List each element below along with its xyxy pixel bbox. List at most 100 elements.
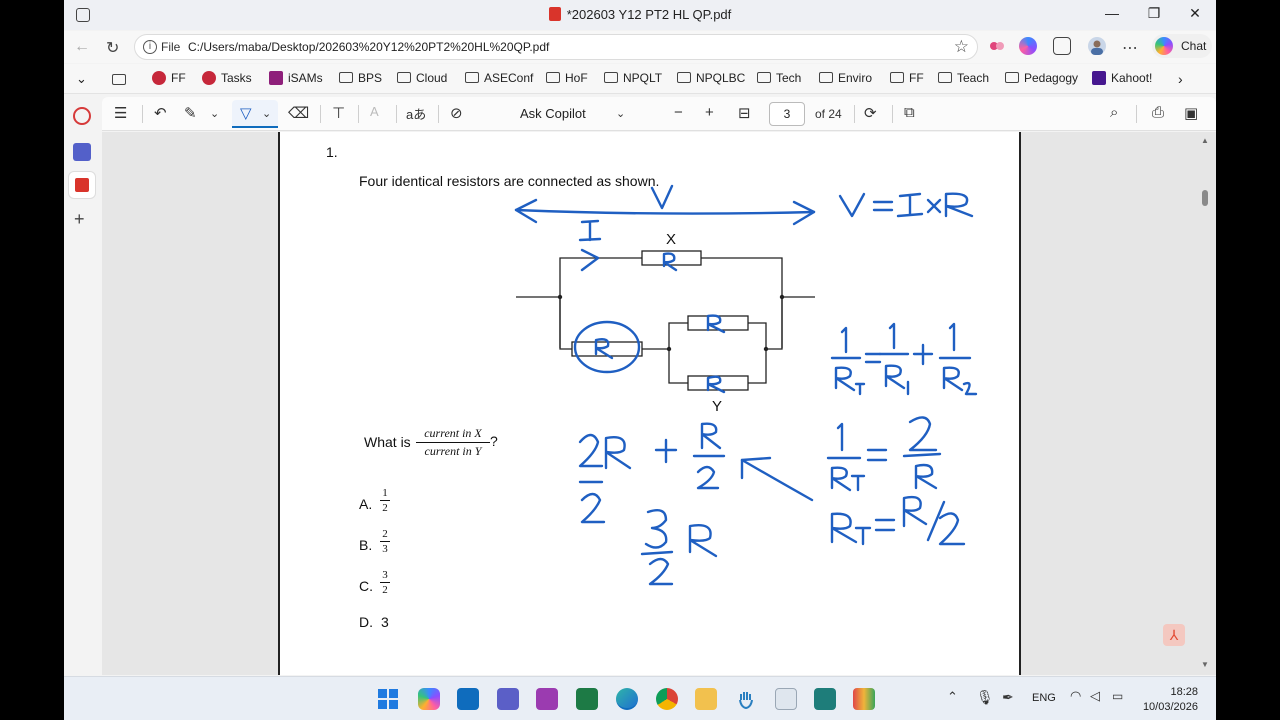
fav-isams[interactable]: iSAMs: [269, 71, 323, 85]
contents-icon[interactable]: ☰: [114, 104, 127, 122]
fav-ff[interactable]: FF: [152, 71, 186, 85]
fav-tasks[interactable]: Tasks: [202, 71, 252, 85]
label-y: Y: [712, 398, 722, 415]
fav-enviro[interactable]: Enviro: [819, 71, 872, 85]
vertical-scrollbar[interactable]: ▲ ▼: [1198, 132, 1212, 675]
draw-tool-active[interactable]: ▽ ⌄: [232, 100, 278, 128]
back-arrow-icon[interactable]: ←: [74, 38, 90, 56]
acrobat-icon[interactable]: ⅄: [1163, 624, 1185, 646]
text-box-icon[interactable]: ⊤: [332, 104, 345, 122]
address-bar[interactable]: i File C:/Users/maba/Desktop/202603%20Y1…: [134, 34, 978, 60]
fav-teach[interactable]: Teach: [938, 71, 989, 85]
file-label: File: [161, 40, 181, 54]
divider: [892, 105, 893, 123]
divider: [142, 105, 143, 123]
extension-icon[interactable]: [988, 37, 1006, 55]
excel-icon[interactable]: [576, 688, 598, 710]
page-view-icon[interactable]: ⧉: [904, 104, 915, 121]
fit-width-icon[interactable]: ⊟: [738, 104, 751, 122]
teams-icon[interactable]: [497, 688, 519, 710]
list-tab-icon[interactable]: [73, 143, 91, 161]
folder-icon: [757, 72, 771, 83]
ask-copilot-button[interactable]: Ask Copilot: [520, 106, 586, 121]
chevron-right-icon[interactable]: ›: [1178, 71, 1183, 87]
chrome-icon[interactable]: [656, 688, 678, 710]
hand-tool-icon[interactable]: [735, 688, 757, 710]
divider: [1136, 105, 1137, 123]
copilot-outline-icon[interactable]: ⊘: [450, 104, 463, 122]
undo-icon[interactable]: ↶: [154, 104, 167, 122]
refresh-icon[interactable]: ↻: [106, 38, 119, 58]
page-number-input[interactable]: 3: [769, 102, 805, 126]
rotate-icon[interactable]: ⟳: [864, 104, 877, 122]
active-pdf-tab[interactable]: [68, 171, 96, 199]
url-text[interactable]: C:/Users/maba/Desktop/202603%20Y12%20PT2…: [188, 40, 549, 54]
chevron-down-icon[interactable]: ⌄: [76, 71, 87, 87]
fav-npqlbc[interactable]: NPQLBC: [677, 71, 745, 85]
battery-icon[interactable]: ▭: [1112, 689, 1123, 703]
tray-chevron-up-icon[interactable]: ⌃: [947, 689, 958, 705]
folder-icon: [339, 72, 353, 83]
start-windows-icon[interactable]: [377, 688, 399, 710]
chevron-down-icon[interactable]: ⌄: [210, 107, 219, 120]
favorites-bar: ⌄ FF Tasks iSAMs BPS Cloud ASEConf HoF N…: [64, 64, 1216, 94]
pdf-viewer[interactable]: 1. Four identical resistors are connecte…: [102, 132, 1216, 675]
record-tab-icon[interactable]: [73, 107, 91, 125]
pen-icon[interactable]: ✒: [1002, 689, 1014, 706]
more-options-icon[interactable]: ⋯: [1122, 38, 1138, 58]
fav-bps[interactable]: BPS: [339, 71, 382, 85]
scroll-up-icon[interactable]: ▲: [1201, 136, 1209, 145]
close-button[interactable]: ✕: [1185, 5, 1205, 22]
fav-ff-folder[interactable]: FF: [890, 71, 924, 85]
notepad-icon[interactable]: [775, 688, 797, 710]
option-c-fraction: 32: [380, 569, 390, 596]
option-c-letter: C.: [359, 578, 373, 594]
wifi-icon[interactable]: ◠: [1070, 688, 1081, 704]
chat-button[interactable]: Chat: [1152, 34, 1212, 58]
translate-icon[interactable]: aあ: [406, 104, 426, 123]
kahoot-site-icon: [1092, 71, 1106, 85]
fav-npqlt[interactable]: NPQLT: [604, 71, 662, 85]
favorite-star-icon[interactable]: ☆: [954, 37, 969, 57]
option-a-num: 1: [382, 487, 388, 499]
microphone-icon[interactable]: 🎙: [976, 689, 994, 706]
zoom-in-button[interactable]: +: [705, 104, 714, 121]
chart-app-icon[interactable]: [853, 688, 875, 710]
info-icon[interactable]: i: [143, 40, 157, 54]
language-indicator[interactable]: ENG: [1032, 692, 1056, 704]
highlight-icon[interactable]: ✎: [184, 104, 197, 122]
fav-cloud[interactable]: Cloud: [397, 71, 447, 85]
extensions-puzzle-icon[interactable]: [1053, 37, 1071, 55]
profile-avatar[interactable]: [1088, 37, 1106, 55]
search-icon[interactable]: ⌕: [1110, 104, 1118, 121]
print-icon[interactable]: ⎙: [1152, 104, 1164, 121]
read-aloud-icon[interactable]: A: [370, 104, 379, 119]
folder-icon: [938, 72, 952, 83]
copilot-extension-icon[interactable]: [1019, 37, 1037, 55]
outlook-icon[interactable]: [457, 688, 479, 710]
zoom-out-button[interactable]: −: [674, 104, 683, 121]
volume-icon[interactable]: ◁: [1090, 688, 1100, 704]
onenote-icon[interactable]: [536, 688, 558, 710]
file-explorer-icon[interactable]: [695, 688, 717, 710]
scrollbar-thumb[interactable]: [1202, 190, 1208, 206]
fav-hof[interactable]: HoF: [546, 71, 588, 85]
chevron-down-icon[interactable]: ⌄: [616, 107, 625, 120]
fav-aseconf[interactable]: ASEConf: [465, 71, 533, 85]
new-tab-plus-icon[interactable]: +: [74, 209, 85, 230]
eraser-icon[interactable]: ⌫: [288, 104, 309, 122]
vertical-tab-sidebar: +: [64, 95, 100, 675]
edge-icon[interactable]: [616, 688, 638, 710]
ff-site-icon: [152, 71, 166, 85]
fav-tech[interactable]: Tech: [757, 71, 801, 85]
app-wave-icon[interactable]: [814, 688, 836, 710]
system-clock[interactable]: 18:28 10/03/2026: [1143, 685, 1198, 715]
maximize-button[interactable]: ❐: [1144, 5, 1164, 22]
save-icon[interactable]: ▣: [1184, 104, 1198, 122]
fav-kahoot[interactable]: Kahoot!: [1092, 71, 1152, 85]
favorites-toggle-icon[interactable]: [112, 71, 131, 85]
scroll-down-icon[interactable]: ▼: [1201, 660, 1209, 669]
fav-pedagogy[interactable]: Pedagogy: [1005, 71, 1078, 85]
minimize-button[interactable]: —: [1102, 5, 1122, 21]
m365-icon[interactable]: [418, 688, 440, 710]
